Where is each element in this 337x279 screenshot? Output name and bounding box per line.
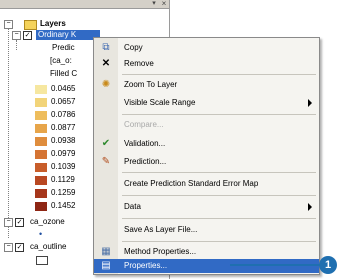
layer-context-menu: ⧉ Copy ✕ Remove ✺ Zoom To Layer Visible …	[93, 37, 320, 275]
legend-swatch	[35, 202, 47, 211]
menu-separator	[122, 114, 316, 115]
menu-item-method-properties[interactable]: ▦ Method Properties...	[94, 244, 319, 260]
legend-swatch	[35, 137, 47, 146]
legend-swatch	[35, 124, 47, 133]
menu-item-visible-scale-range[interactable]: Visible Scale Range	[94, 95, 319, 111]
point-symbol-icon: •	[39, 229, 43, 239]
menu-item-copy[interactable]: ⧉ Copy	[94, 40, 319, 56]
prediction-icon: ✎	[101, 156, 111, 167]
polygon-symbol-icon	[36, 256, 48, 265]
legend-swatch	[35, 85, 47, 94]
menu-item-label: Copy	[124, 43, 143, 52]
menu-item-label: Visible Scale Range	[124, 98, 196, 107]
menu-item-label: Prediction...	[124, 157, 167, 166]
tree-line	[16, 40, 17, 50]
menu-separator	[122, 218, 316, 219]
menu-item-compare: Compare...	[94, 117, 319, 133]
layer1-label[interactable]: Ordinary K	[36, 30, 100, 40]
legend-label: 0.1129	[51, 175, 75, 184]
callout-leader-line	[230, 264, 322, 266]
tree-line	[8, 28, 9, 238]
layer1-visibility-checkbox[interactable]: ✓	[23, 31, 32, 40]
legend-swatch	[35, 98, 47, 107]
menu-item-label: Remove	[124, 59, 154, 68]
layer1-sublabel-filled: Filled C	[50, 69, 78, 78]
menu-item-validation[interactable]: ✔ Validation...	[94, 136, 319, 152]
layer1-sublabel-source: [ca_o:	[50, 56, 72, 65]
remove-icon: ✕	[101, 58, 111, 69]
menu-item-create-prediction-standard-error-map[interactable]: Create Prediction Standard Error Map	[94, 176, 319, 192]
legend-label: 0.0465	[51, 84, 76, 93]
collapse-toggle-layer2[interactable]: −	[4, 218, 13, 227]
layers-folder-icon	[24, 20, 37, 30]
menu-item-zoom-to-layer[interactable]: ✺ Zoom To Layer	[94, 77, 319, 93]
collapse-toggle-layer3[interactable]: −	[4, 243, 13, 252]
menu-separator	[122, 241, 316, 242]
close-icon[interactable]: ×	[160, 0, 168, 8]
layer1-sublabel-prediction: Predic	[52, 43, 75, 52]
menu-item-label: Save As Layer File...	[124, 225, 198, 234]
menu-item-label: Properties...	[124, 261, 168, 270]
legend-label: 0.0877	[51, 123, 76, 132]
menu-item-label: Compare...	[124, 120, 164, 129]
menu-separator	[122, 195, 316, 196]
menu-item-label: Method Properties...	[124, 247, 197, 256]
menu-item-label: Validation...	[124, 139, 166, 148]
layer2-label[interactable]: ca_ozone	[30, 217, 65, 227]
menu-item-label: Data	[124, 202, 141, 211]
submenu-arrow-icon	[308, 99, 312, 107]
callout-number-badge: 1	[319, 256, 337, 274]
legend-label: 0.1452	[51, 201, 76, 210]
legend-swatch	[35, 189, 47, 198]
pane-titlebar: ▾ ×	[0, 0, 169, 9]
zoom-icon: ✺	[101, 79, 111, 90]
pin-icon[interactable]: ▾	[150, 0, 158, 8]
legend-swatch	[35, 111, 47, 120]
menu-separator	[122, 74, 316, 75]
layers-root-label[interactable]: Layers	[40, 19, 66, 29]
menu-item-properties[interactable]: ▤ Properties...	[94, 259, 319, 273]
method-properties-icon: ▦	[101, 246, 111, 257]
copy-icon: ⧉	[102, 42, 110, 53]
menu-item-prediction[interactable]: ✎ Prediction...	[94, 154, 319, 170]
collapse-toggle-layers[interactable]: −	[4, 20, 13, 29]
properties-icon: ▤	[101, 260, 111, 271]
menu-separator	[122, 172, 316, 173]
legend-swatch	[35, 150, 47, 159]
layer3-label[interactable]: ca_outline	[30, 242, 66, 252]
validation-icon: ✔	[101, 138, 111, 149]
menu-item-remove[interactable]: ✕ Remove	[94, 56, 319, 72]
legend-label: 0.0938	[51, 136, 76, 145]
legend-swatch	[35, 176, 47, 185]
legend-label: 0.0657	[51, 97, 76, 106]
submenu-arrow-icon	[308, 203, 312, 211]
legend-label: 0.0786	[51, 110, 76, 119]
layer2-visibility-checkbox[interactable]: ✓	[15, 218, 24, 227]
legend-swatch	[35, 163, 47, 172]
legend-label: 0.1039	[51, 162, 76, 171]
collapse-toggle-layer1[interactable]: −	[12, 31, 21, 40]
menu-item-data[interactable]: Data	[94, 199, 319, 215]
menu-item-save-as-layer-file[interactable]: Save As Layer File...	[94, 222, 319, 238]
legend-label: 0.1259	[51, 188, 76, 197]
menu-item-label: Create Prediction Standard Error Map	[124, 179, 259, 188]
layer3-visibility-checkbox[interactable]: ✓	[15, 243, 24, 252]
legend-label: 0.0979	[51, 149, 76, 158]
menu-item-label: Zoom To Layer	[124, 80, 178, 89]
